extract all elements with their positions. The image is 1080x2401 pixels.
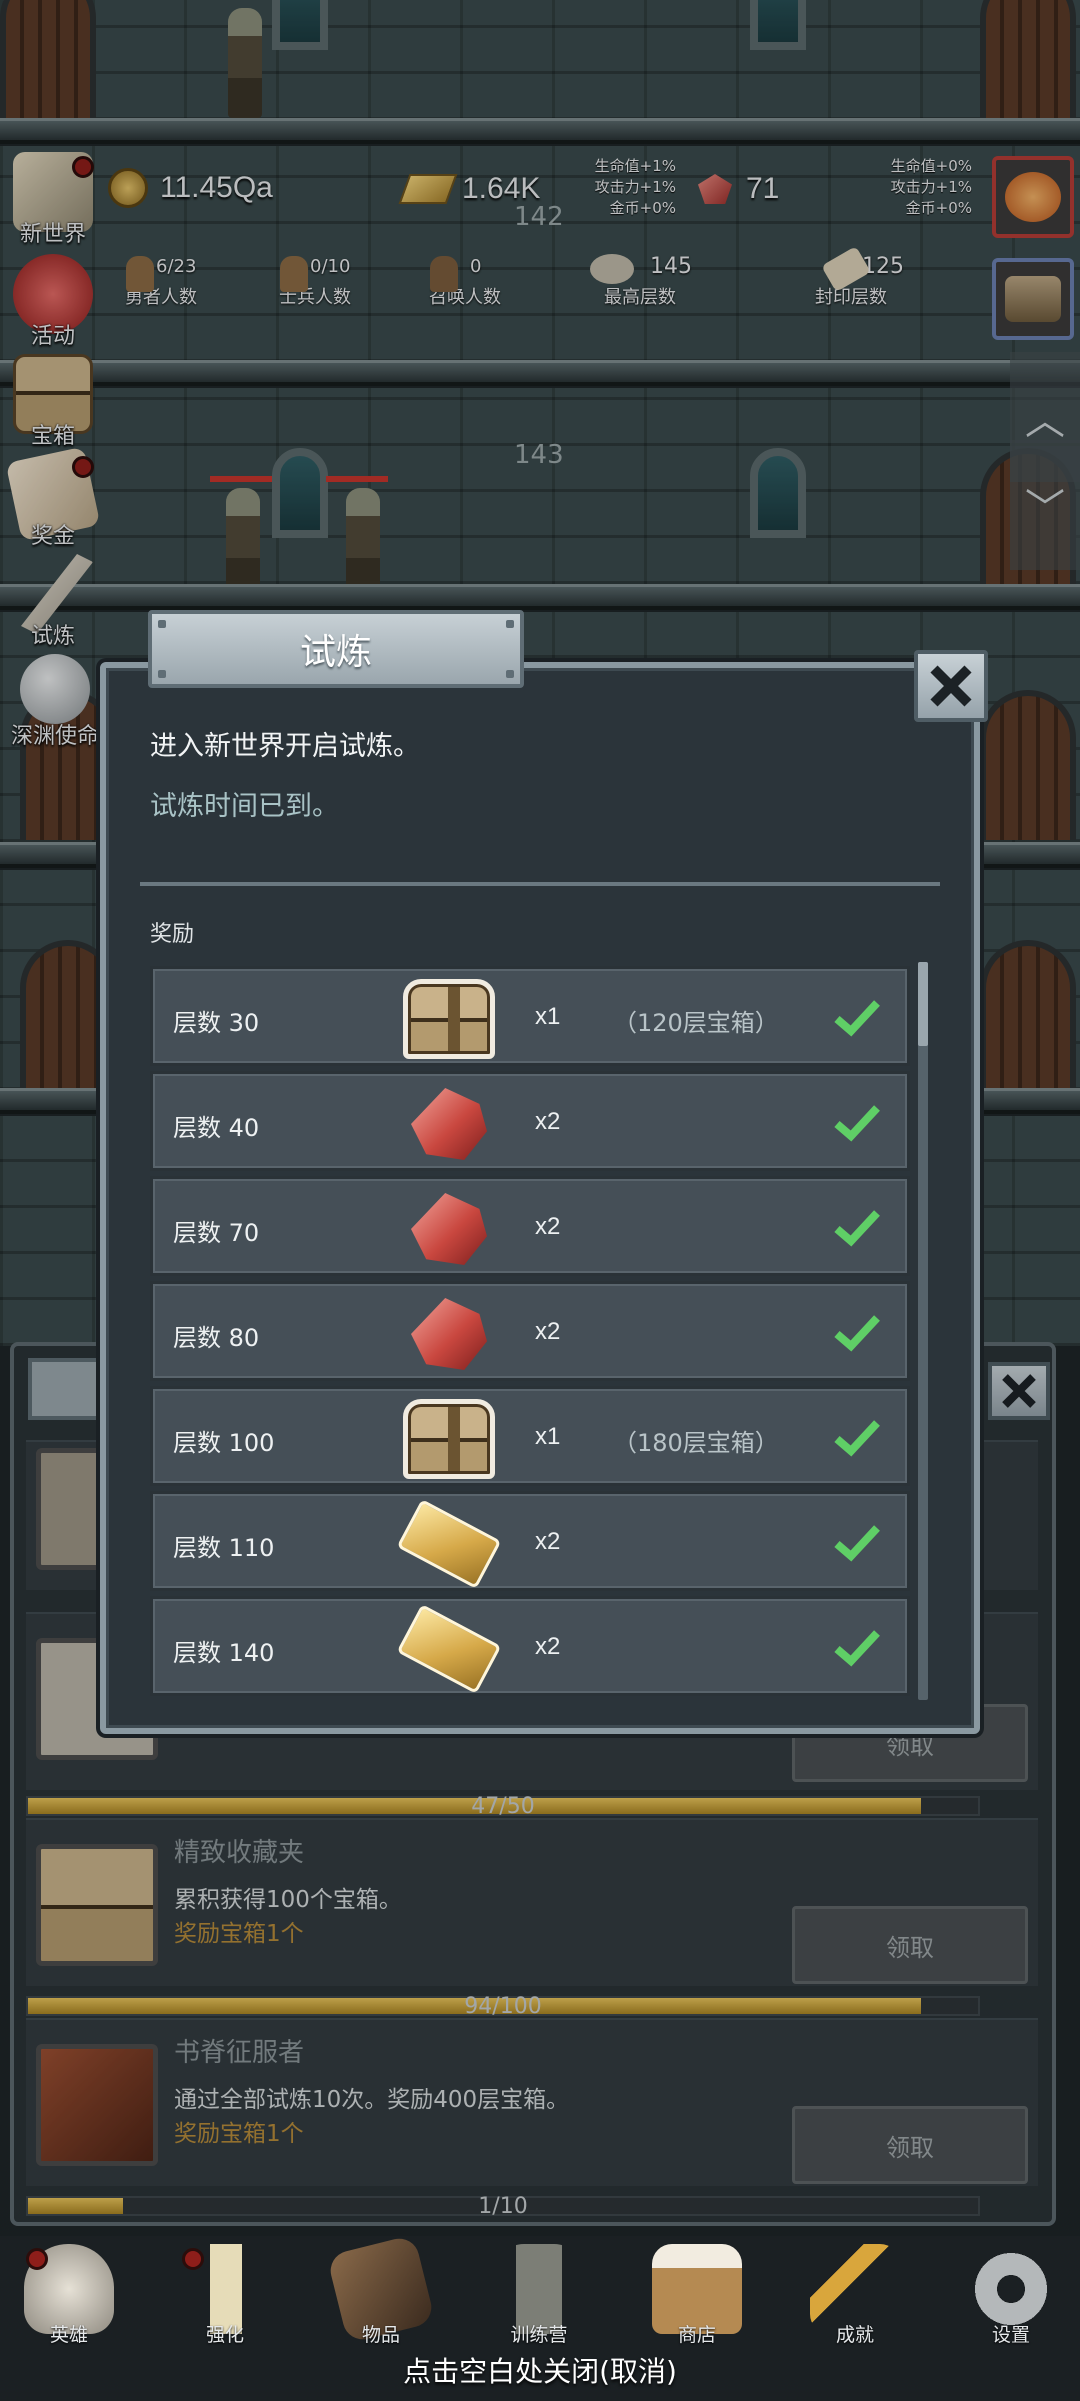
check-icon [834,1525,880,1562]
rivet [506,620,514,628]
chest-icon [403,979,495,1059]
reward-row: 层数 110 x2 [150,1491,910,1591]
check-icon [834,1210,880,1247]
reward-floor: 层数 30 [173,1009,260,1037]
nav-achievements[interactable]: 成就 [800,2244,910,2347]
dialog-instruction: 进入新世界开启试炼。 [150,731,420,762]
reward-quantity: x2 [535,1528,561,1555]
close-icon [930,665,972,707]
nav-items[interactable]: 物品 [326,2234,436,2347]
dialog-status: 试炼时间已到。 [150,791,339,822]
nav-upgrade[interactable]: 强化 [170,2244,280,2347]
reward-note: （120层宝箱） [613,1009,779,1037]
nav-heroes[interactable]: 英雄 [14,2244,124,2347]
reward-row: 层数 80 x2 [150,1281,910,1381]
check-icon [834,1420,880,1457]
nav-training[interactable]: 训练营 [484,2244,594,2347]
check-icon [834,1000,880,1037]
scrollbar-thumb[interactable] [918,962,928,1046]
check-icon [834,1105,880,1142]
dialog-title: 试炼 [299,632,372,673]
reward-row: 层数 140 x2 [150,1596,910,1696]
reward-quantity: x1 [535,1003,561,1030]
gold-bar-icon [396,1604,502,1694]
reward-floor: 层数 100 [173,1429,275,1457]
reward-quantity: x2 [535,1213,561,1240]
gem-icon [403,1084,495,1164]
dialog-divider [140,882,940,886]
reward-floor: 层数 110 [173,1534,275,1562]
check-icon [834,1315,880,1352]
reward-row: 层数 100 x1 （180层宝箱） [150,1386,910,1486]
reward-list-scrollbar[interactable] [918,962,928,1700]
check-icon [834,1630,880,1667]
gem-icon [403,1189,495,1269]
chest-icon [403,1399,495,1479]
gold-bar-icon [396,1499,502,1589]
dialog-title-tab: 试炼 [148,610,524,688]
reward-quantity: x2 [535,1108,561,1135]
reward-floor: 层数 80 [173,1324,260,1352]
dismiss-hint: 点击空白处关闭(取消) [403,2355,677,2388]
notification-dot [182,2248,204,2270]
reward-quantity: x1 [535,1423,561,1450]
rivet [158,620,166,628]
reward-row: 层数 70 x2 [150,1176,910,1276]
nav-settings[interactable]: 设置 [956,2244,1066,2347]
rivet [506,670,514,678]
reward-row: 层数 40 x2 [150,1071,910,1171]
rivet [158,670,166,678]
nav-shop[interactable]: 商店 [642,2244,752,2347]
dialog-close-button[interactable] [914,650,988,722]
rewards-heading: 奖励 [150,922,195,947]
reward-quantity: x2 [535,1318,561,1345]
reward-floor: 层数 140 [173,1639,275,1667]
reward-floor: 层数 40 [173,1114,260,1142]
reward-floor: 层数 70 [173,1219,260,1247]
reward-row: 层数 30 x1 （120层宝箱） [150,966,910,1066]
notification-dot [26,2248,48,2270]
gem-icon [403,1294,495,1374]
reward-quantity: x2 [535,1633,561,1660]
reward-note: （180层宝箱） [613,1429,779,1457]
